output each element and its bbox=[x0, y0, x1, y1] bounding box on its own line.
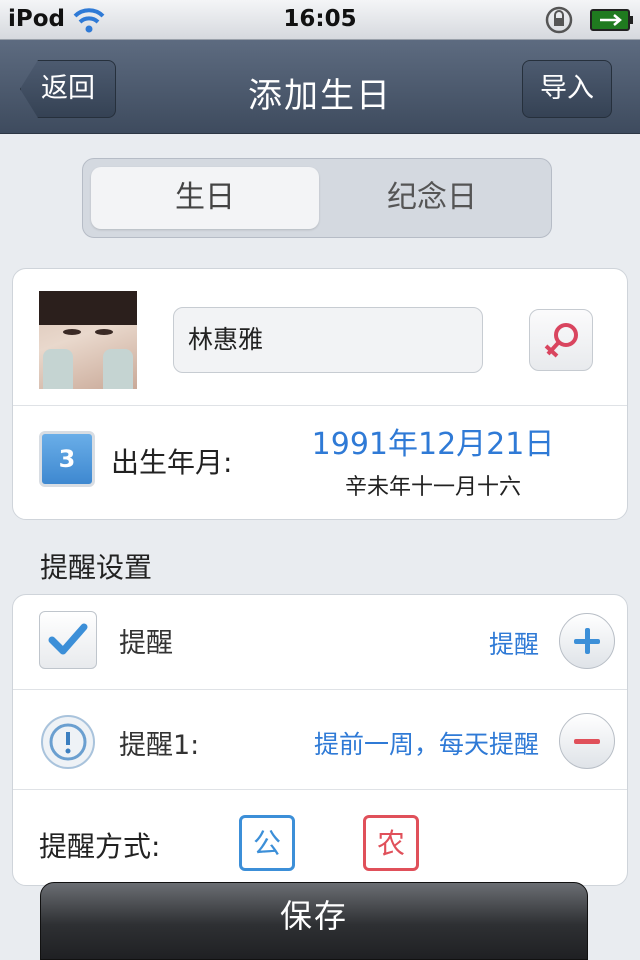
reminder-value[interactable]: 提醒 bbox=[489, 625, 539, 661]
add-reminder-button[interactable] bbox=[559, 613, 615, 669]
reminder-checkbox[interactable] bbox=[39, 611, 97, 669]
gender-button[interactable] bbox=[529, 309, 593, 371]
female-symbol-icon bbox=[544, 323, 578, 358]
navigation-bar: 返回 添加生日 导入 bbox=[0, 40, 640, 134]
status-bar: iPod 16:05 bbox=[0, 0, 640, 40]
calendar-icon: 3 bbox=[39, 431, 95, 487]
divider bbox=[13, 405, 627, 406]
reminder-card: 提醒 提醒 提醒1: 提前一周，每天提醒 提醒方式: 公 农 bbox=[12, 594, 628, 886]
birth-lunar-date: 辛未年十一月十六 bbox=[344, 475, 521, 500]
battery-charging-icon bbox=[590, 9, 633, 31]
type-segmented-control: 生日 纪念日 bbox=[82, 158, 552, 238]
divider bbox=[13, 689, 627, 690]
reminder-method-label: 提醒方式: bbox=[39, 830, 161, 863]
tab-anniversary[interactable]: 纪念日 bbox=[319, 167, 545, 229]
profile-card: 林惠雅 3 出生年月: 1991年12月21日 辛未年十一月十六 bbox=[12, 268, 628, 520]
remove-reminder-button[interactable] bbox=[559, 713, 615, 769]
minus-icon bbox=[574, 739, 600, 744]
solar-calendar-button[interactable]: 公 bbox=[239, 815, 295, 871]
reminder-section-title: 提醒设置 bbox=[40, 551, 153, 584]
tab-birthday[interactable]: 生日 bbox=[91, 167, 319, 229]
divider bbox=[13, 789, 627, 790]
alarm-icon bbox=[41, 715, 95, 769]
name-field[interactable]: 林惠雅 bbox=[173, 307, 483, 373]
reminder1-label: 提醒1: bbox=[119, 730, 200, 761]
checkmark-icon bbox=[48, 623, 88, 655]
birth-date-value[interactable]: 1991年12月21日 bbox=[293, 419, 573, 463]
import-button[interactable]: 导入 bbox=[522, 60, 612, 118]
save-button[interactable]: 保存 bbox=[40, 882, 588, 960]
reminder1-value[interactable]: 提前一周，每天提醒 bbox=[314, 725, 539, 761]
birth-date-label: 出生年月: bbox=[111, 446, 233, 479]
avatar[interactable] bbox=[39, 291, 137, 389]
reminder-label: 提醒 bbox=[119, 628, 173, 659]
lunar-calendar-button[interactable]: 农 bbox=[363, 815, 419, 871]
rotation-lock-icon bbox=[545, 6, 573, 34]
